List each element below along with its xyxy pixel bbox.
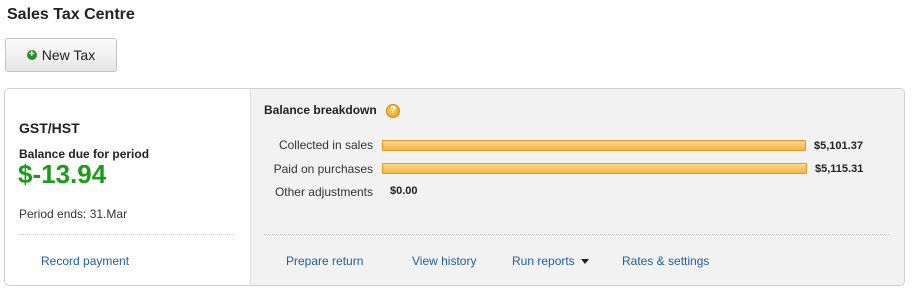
help-icon[interactable]: ? [386,104,400,118]
divider [19,234,234,235]
paid-bar [382,163,807,174]
breakdown-label-collected: Collected in sales [278,138,373,152]
record-payment-link[interactable]: Record payment [41,254,129,268]
plus-icon: + [26,50,37,60]
divider [264,234,889,235]
prepare-return-link[interactable]: Prepare return [286,254,363,268]
page-title: Sales Tax Centre [7,6,135,23]
new-tax-label: New Tax [41,47,96,63]
breakdown-title: Balance breakdown [264,103,377,117]
balance-amount: $-13.94 [18,159,107,189]
tax-name: GST/HST [19,120,80,136]
period-ends: Period ends: 31.Mar [19,207,128,221]
tax-summary-panel: GST/HST Balance due for period $-13.94 P… [5,89,251,285]
breakdown-label-other: Other adjustments [274,185,373,199]
rates-settings-link[interactable]: Rates & settings [622,254,709,268]
run-reports-dropdown[interactable]: Run reports [512,254,589,268]
breakdown-value-other: $0.00 [390,185,418,197]
breakdown-value-paid: $5,115.31 [815,163,864,175]
breakdown-value-collected: $5,101.37 [814,140,863,152]
view-history-link[interactable]: View history [412,254,476,268]
caret-down-icon [580,259,589,265]
collected-bar [382,140,806,151]
run-reports-label: Run reports [512,254,575,268]
breakdown-label-paid: Paid on purchases [273,162,373,176]
new-tax-button[interactable]: + New Tax [5,38,117,72]
tax-card: GST/HST Balance due for period $-13.94 P… [4,88,905,286]
